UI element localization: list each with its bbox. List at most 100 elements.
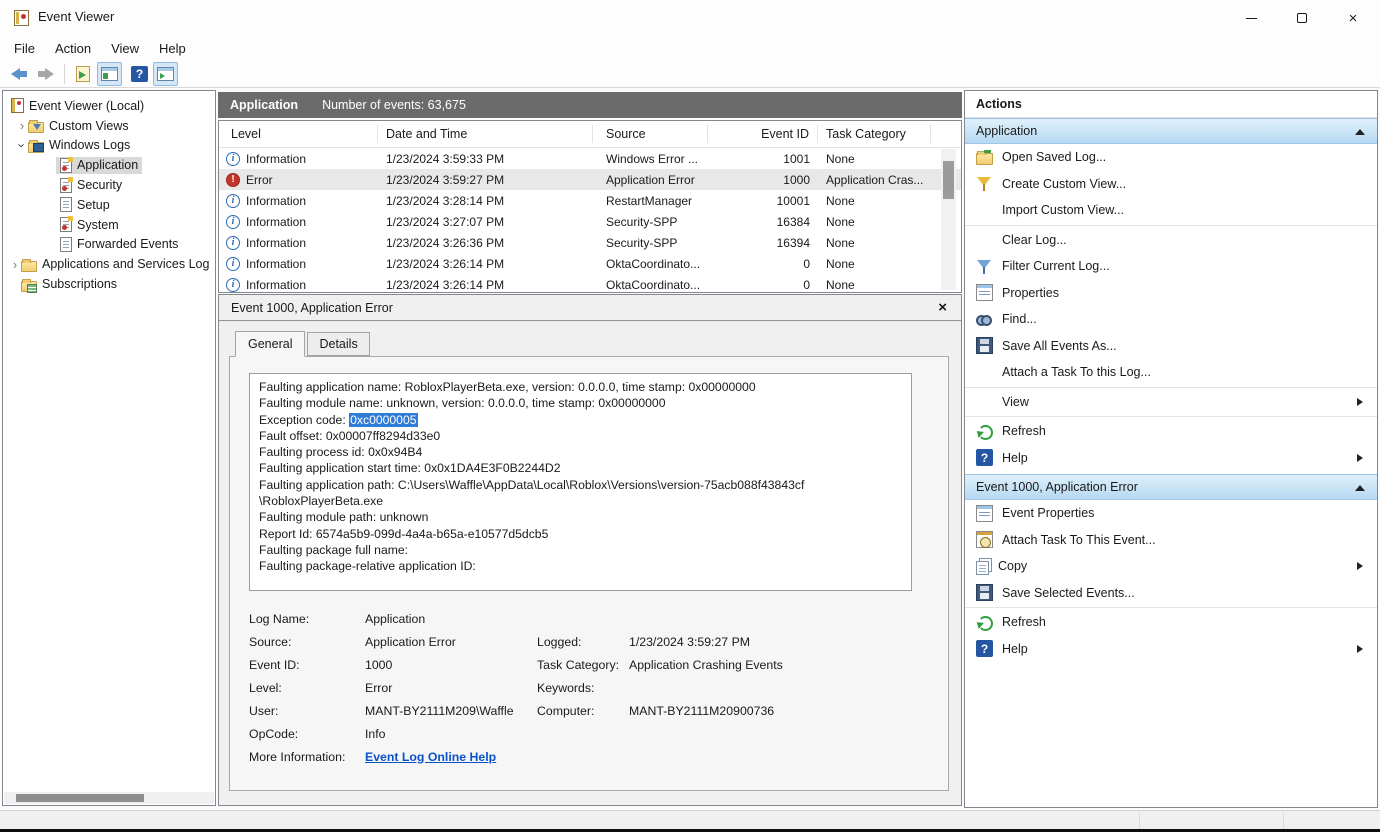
section-header-label: Application [976, 124, 1037, 138]
action-help-event[interactable]: ?Help [965, 636, 1377, 663]
action-attach-task-to-log[interactable]: Attach a Task To this Log... [965, 359, 1377, 386]
minimize-button[interactable] [1228, 0, 1274, 36]
forward-button[interactable] [33, 62, 58, 86]
tree-scrollbar-thumb[interactable] [16, 794, 144, 802]
menu-action[interactable]: Action [45, 38, 101, 59]
action-label: Copy [998, 559, 1027, 573]
actions-section-event-1000[interactable]: Event 1000, Application Error [965, 474, 1377, 500]
minimize-icon [1246, 18, 1257, 19]
event-row[interactable]: iInformation 1/23/2024 3:26:36 PM Securi… [219, 232, 961, 253]
source-cell: Security-SPP [593, 215, 708, 229]
properties-icon [976, 284, 993, 301]
event-log-online-help-link[interactable]: Event Log Online Help [365, 750, 537, 764]
action-label: Event Properties [1002, 506, 1094, 520]
action-label: Properties [1002, 286, 1059, 300]
task-cell: None [818, 236, 931, 250]
action-save-all-events-as[interactable]: Save All Events As... [965, 333, 1377, 360]
description-line: Faulting package-relative application ID… [259, 558, 902, 574]
filter-yellow-icon [976, 175, 993, 192]
menu-file[interactable]: File [4, 38, 45, 59]
help-toolbar-button[interactable]: ? [127, 62, 152, 86]
action-copy[interactable]: Copy [965, 553, 1377, 580]
event-detail-title: Event 1000, Application Error [231, 301, 393, 315]
action-label: Create Custom View... [1002, 177, 1126, 191]
information-icon: i [226, 215, 240, 229]
collapse-arrow-icon[interactable] [1355, 129, 1365, 135]
event-list-scrollbar-thumb[interactable] [943, 161, 954, 199]
action-view[interactable]: View [965, 389, 1377, 416]
maximize-icon [1297, 13, 1307, 23]
submenu-arrow-icon [1357, 398, 1363, 406]
action-properties[interactable]: Properties [965, 280, 1377, 307]
action-open-saved-log[interactable]: Open Saved Log... [965, 144, 1377, 171]
event-row[interactable]: iInformation 1/23/2024 3:26:14 PM OktaCo… [219, 253, 961, 274]
column-header-event-id[interactable]: Event ID [708, 125, 818, 143]
tree-item-forwarded-events[interactable]: Forwarded Events [3, 235, 215, 255]
tree-horizontal-scrollbar[interactable] [4, 792, 214, 804]
tree-item-label: Application [77, 158, 138, 172]
date-cell: 1/23/2024 3:26:14 PM [378, 257, 593, 271]
action-clear-log[interactable]: Clear Log... [965, 227, 1377, 254]
log-header-bar: Application Number of events: 63,675 [218, 92, 962, 118]
back-button[interactable] [6, 62, 31, 86]
field-label: Computer: [537, 704, 629, 718]
event-row[interactable]: iInformation 1/23/2024 3:59:33 PM Window… [219, 148, 961, 169]
tree-item-security[interactable]: Security [3, 175, 215, 195]
event-id-cell: 16384 [708, 215, 818, 229]
chevron-right-icon[interactable]: › [16, 118, 28, 133]
action-create-custom-view[interactable]: Create Custom View... [965, 171, 1377, 198]
action-attach-task-to-event[interactable]: Attach Task To This Event... [965, 527, 1377, 554]
column-header-level[interactable]: Level [219, 125, 378, 143]
event-id-cell: 10001 [708, 194, 818, 208]
action-event-properties[interactable]: Event Properties [965, 500, 1377, 527]
action-save-selected-events[interactable]: Save Selected Events... [965, 580, 1377, 607]
action-find[interactable]: Find... [965, 306, 1377, 333]
actions-section-application[interactable]: Application [965, 118, 1377, 144]
detail-close-icon[interactable]: × [938, 299, 947, 316]
column-header-source[interactable]: Source [593, 125, 708, 143]
event-row[interactable]: iInformation 1/23/2024 3:27:07 PM Securi… [219, 211, 961, 232]
event-list-scrollbar[interactable] [941, 149, 956, 290]
event-row[interactable]: iInformation 1/23/2024 3:26:14 PM OktaCo… [219, 274, 961, 293]
menu-view[interactable]: View [101, 38, 149, 59]
column-header-date[interactable]: Date and Time [378, 125, 593, 143]
tree-item-subscriptions[interactable]: Subscriptions [3, 274, 215, 294]
description-line: Faulting module path: unknown [259, 509, 902, 525]
action-label: Open Saved Log... [1002, 150, 1106, 164]
action-help[interactable]: ?Help [965, 445, 1377, 472]
title-bar: Event Viewer × [0, 0, 1380, 36]
action-refresh[interactable]: Refresh [965, 418, 1377, 445]
tree-item-custom-views[interactable]: › Custom Views [3, 116, 215, 136]
action-refresh-event[interactable]: Refresh [965, 609, 1377, 636]
close-button[interactable]: × [1330, 0, 1376, 36]
column-header-task-category[interactable]: Task Category [818, 125, 931, 143]
tree-item-windows-logs[interactable]: › Windows Logs [3, 136, 215, 156]
open-saved-log-button[interactable] [70, 62, 95, 86]
action-import-custom-view[interactable]: Import Custom View... [965, 197, 1377, 224]
event-row-selected[interactable]: !Error 1/23/2024 3:59:27 PM Application … [219, 169, 961, 190]
action-pane-icon [157, 67, 174, 81]
tab-details[interactable]: Details [307, 332, 369, 356]
tree-item-setup[interactable]: Setup [3, 195, 215, 215]
toolbar: ? [0, 60, 1380, 88]
description-line: \RobloxPlayerBeta.exe [259, 493, 902, 509]
tree-item-event-viewer-local[interactable]: Event Viewer (Local) [3, 96, 215, 116]
event-description-box[interactable]: Faulting application name: RobloxPlayerB… [249, 373, 912, 591]
event-row[interactable]: iInformation 1/23/2024 3:28:14 PM Restar… [219, 190, 961, 211]
tree-item-application[interactable]: Application [3, 155, 215, 175]
show-console-tree-button[interactable] [97, 62, 122, 86]
submenu-arrow-icon [1357, 562, 1363, 570]
maximize-button[interactable] [1279, 0, 1325, 36]
chevron-right-icon[interactable]: › [9, 257, 21, 272]
show-action-pane-button[interactable] [153, 62, 178, 86]
tree-item-applications-and-services[interactable]: › Applications and Services Log [3, 254, 215, 274]
collapse-arrow-icon[interactable] [1355, 485, 1365, 491]
level-cell: Information [246, 236, 306, 250]
tab-general[interactable]: General [235, 331, 305, 357]
tree-item-system[interactable]: System [3, 215, 215, 235]
event-viewer-app-icon [14, 10, 29, 26]
menu-help[interactable]: Help [149, 38, 196, 59]
action-filter-current-log[interactable]: Filter Current Log... [965, 253, 1377, 280]
information-icon: i [226, 236, 240, 250]
selected-tree-item-highlight: Application [56, 157, 142, 174]
